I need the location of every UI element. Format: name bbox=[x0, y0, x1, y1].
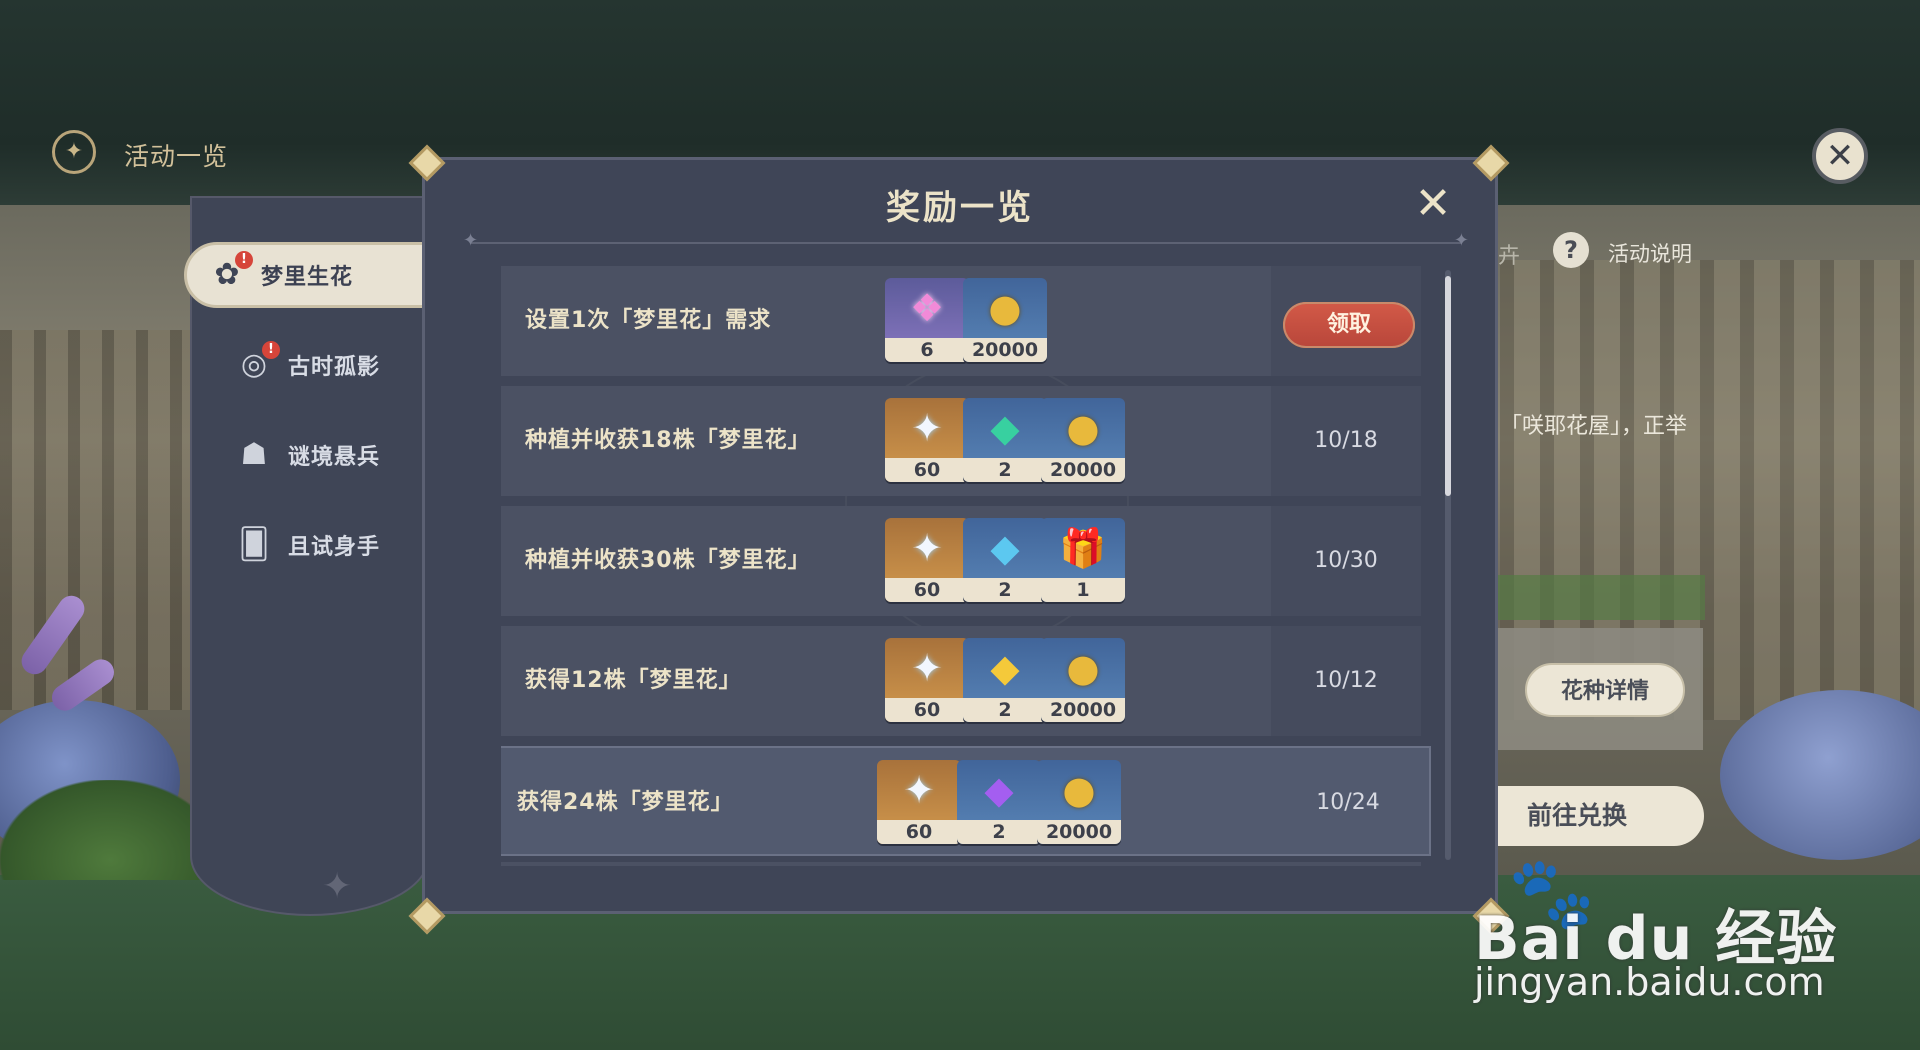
primogem-icon: ✦ bbox=[911, 406, 943, 450]
reward-row bbox=[501, 862, 1421, 866]
event-sidebar: ✿! 梦里生花 ◎! 古时孤影 ☗ 谜境悬兵 🂠 且试身手 ✦ bbox=[184, 196, 430, 916]
sidebar-item-mystery-soldiers[interactable]: ☗ 谜境悬兵 bbox=[214, 422, 429, 488]
mora-coin-icon: ● bbox=[1066, 646, 1100, 690]
reward-qty: 2 bbox=[963, 458, 1047, 482]
sidebar-item-ancient-shadow[interactable]: ◎! 古时孤影 bbox=[214, 332, 429, 398]
reward-row: 种植并收获30株「梦里花」 ✦ 60 ◆ 2 🎁 1 10/30 bbox=[501, 506, 1421, 616]
gift-box-icon: 🎁 bbox=[1059, 526, 1107, 570]
cards-icon: 🂠 bbox=[238, 527, 270, 562]
watermark-url: jingyan.baidu.com bbox=[1474, 960, 1825, 1004]
help-icon[interactable]: ? bbox=[1553, 232, 1589, 268]
reward-item[interactable]: ❖ 6 bbox=[885, 278, 969, 362]
star-ornament-icon: ✦ bbox=[322, 866, 353, 907]
reward-qty: 60 bbox=[885, 578, 969, 602]
reward-qty: 20000 bbox=[1037, 820, 1121, 844]
primogem-icon: ✦ bbox=[911, 526, 943, 570]
primogem-icon: ✦ bbox=[903, 768, 935, 812]
notification-badge: ! bbox=[262, 341, 280, 359]
task-text: 种植并收获30株「梦里花」 bbox=[525, 548, 811, 573]
green-gem-icon: ◆ bbox=[990, 406, 1020, 450]
sidebar-item-test-skills[interactable]: 🂠 且试身手 bbox=[214, 512, 429, 578]
sidebar-item-label: 谜境悬兵 bbox=[288, 445, 381, 470]
reward-item[interactable]: ● 20000 bbox=[1041, 638, 1125, 722]
task-text: 获得12株「梦里花」 bbox=[525, 668, 742, 693]
event-description-partial: 「咲耶花屋」，正举 bbox=[1500, 414, 1688, 439]
notification-badge: ! bbox=[235, 251, 253, 269]
event-info-link[interactable]: 活动说明 bbox=[1608, 238, 1692, 268]
reward-row: 获得12株「梦里花」 ✦ 60 ◆ 2 ● 20000 10/12 bbox=[501, 626, 1421, 736]
progress-strip bbox=[1495, 575, 1705, 620]
reward-item[interactable]: ◆ 2 bbox=[963, 518, 1047, 602]
reward-item[interactable]: ● 20000 bbox=[1041, 398, 1125, 482]
reward-qty: 20000 bbox=[1041, 458, 1125, 482]
dialog-title: 奖励一览 bbox=[886, 188, 1034, 228]
reward-item[interactable]: ✦ 60 bbox=[885, 518, 969, 602]
flower-pot-icon: ✿! bbox=[205, 251, 253, 297]
reward-item[interactable]: 🎁 1 bbox=[1041, 518, 1125, 602]
reward-list[interactable]: 设置1次「梦里花」需求 ❖ 6 ● 20000 领取 种植并收获18株「梦里花」… bbox=[501, 266, 1461, 866]
close-events-button[interactable]: ✕ bbox=[1812, 128, 1868, 184]
reward-qty: 2 bbox=[963, 578, 1047, 602]
blue-gem-icon: ◆ bbox=[990, 526, 1020, 570]
progress-text: 10/24 bbox=[1316, 790, 1380, 815]
mora-coin-icon: ● bbox=[1062, 768, 1096, 812]
reward-qty: 60 bbox=[877, 820, 961, 844]
reward-qty: 2 bbox=[963, 698, 1047, 722]
reward-qty: 2 bbox=[957, 820, 1041, 844]
leaves bbox=[0, 780, 220, 880]
primogem-icon: ✦ bbox=[911, 646, 943, 690]
purple-gem-icon: ◆ bbox=[984, 768, 1014, 812]
sidebar-item-label: 梦里生花 bbox=[261, 265, 354, 290]
reward-item[interactable]: ● 20000 bbox=[1037, 760, 1121, 844]
sidebar-item-label: 且试身手 bbox=[288, 535, 381, 560]
reward-qty: 60 bbox=[885, 698, 969, 722]
reward-row: 种植并收获18株「梦里花」 ✦ 60 ◆ 2 ● 20000 10/18 bbox=[501, 386, 1421, 496]
task-text: 获得24株「梦里花」 bbox=[517, 790, 734, 815]
rewards-dialog: 奖励一览 ✕ 设置1次「梦里花」需求 ❖ 6 ● 20000 领取 种植并收获1… bbox=[422, 157, 1498, 914]
reward-qty: 1 bbox=[1041, 578, 1125, 602]
reward-item[interactable]: ✦ 60 bbox=[877, 760, 961, 844]
progress-text: 10/18 bbox=[1314, 428, 1378, 453]
progress-text: 10/30 bbox=[1314, 548, 1378, 573]
reward-item[interactable]: ◆ 2 bbox=[957, 760, 1041, 844]
mora-coin-icon: ● bbox=[988, 286, 1022, 330]
reward-qty: 20000 bbox=[963, 338, 1047, 362]
reward-row-highlighted: 获得24株「梦里花」 ✦ 60 ◆ 2 ● 20000 10/24 bbox=[501, 746, 1431, 856]
task-text: 种植并收获18株「梦里花」 bbox=[525, 428, 811, 453]
flower-details-button[interactable]: 花种详情 bbox=[1525, 663, 1685, 717]
progress-text: 10/12 bbox=[1314, 668, 1378, 693]
reward-row: 设置1次「梦里花」需求 ❖ 6 ● 20000 领取 bbox=[501, 266, 1421, 376]
reward-item[interactable]: ◆ 2 bbox=[963, 398, 1047, 482]
reward-qty: 6 bbox=[885, 338, 969, 362]
pocket-watch-icon: ◎! bbox=[232, 341, 280, 387]
sidebar-item-dream-flower[interactable]: ✿! 梦里生花 bbox=[184, 242, 429, 308]
cat-mask-icon: ☗ bbox=[240, 437, 268, 472]
compass-icon: ✦ bbox=[52, 130, 96, 174]
reward-qty: 60 bbox=[885, 458, 969, 482]
reward-item[interactable]: ◆ 2 bbox=[963, 638, 1047, 722]
reward-item[interactable]: ✦ 60 bbox=[885, 638, 969, 722]
sidebar-item-label: 古时孤影 bbox=[288, 355, 381, 380]
scrollbar-thumb[interactable] bbox=[1445, 276, 1451, 496]
page-title: 活动一览 bbox=[124, 142, 229, 171]
task-text: 设置1次「梦里花」需求 bbox=[525, 308, 772, 333]
mora-coin-icon: ● bbox=[1066, 406, 1100, 450]
claim-button[interactable]: 领取 bbox=[1283, 302, 1415, 348]
reward-qty: 20000 bbox=[1041, 698, 1125, 722]
title-divider bbox=[463, 230, 1469, 251]
close-dialog-button[interactable]: ✕ bbox=[1411, 182, 1455, 226]
yellow-gem-icon: ◆ bbox=[990, 646, 1020, 690]
reward-item[interactable]: ✦ 60 bbox=[885, 398, 969, 482]
tab-partial-label: 卉 bbox=[1498, 244, 1521, 269]
crystal-icon: ❖ bbox=[909, 286, 945, 330]
reward-item[interactable]: ● 20000 bbox=[963, 278, 1047, 362]
